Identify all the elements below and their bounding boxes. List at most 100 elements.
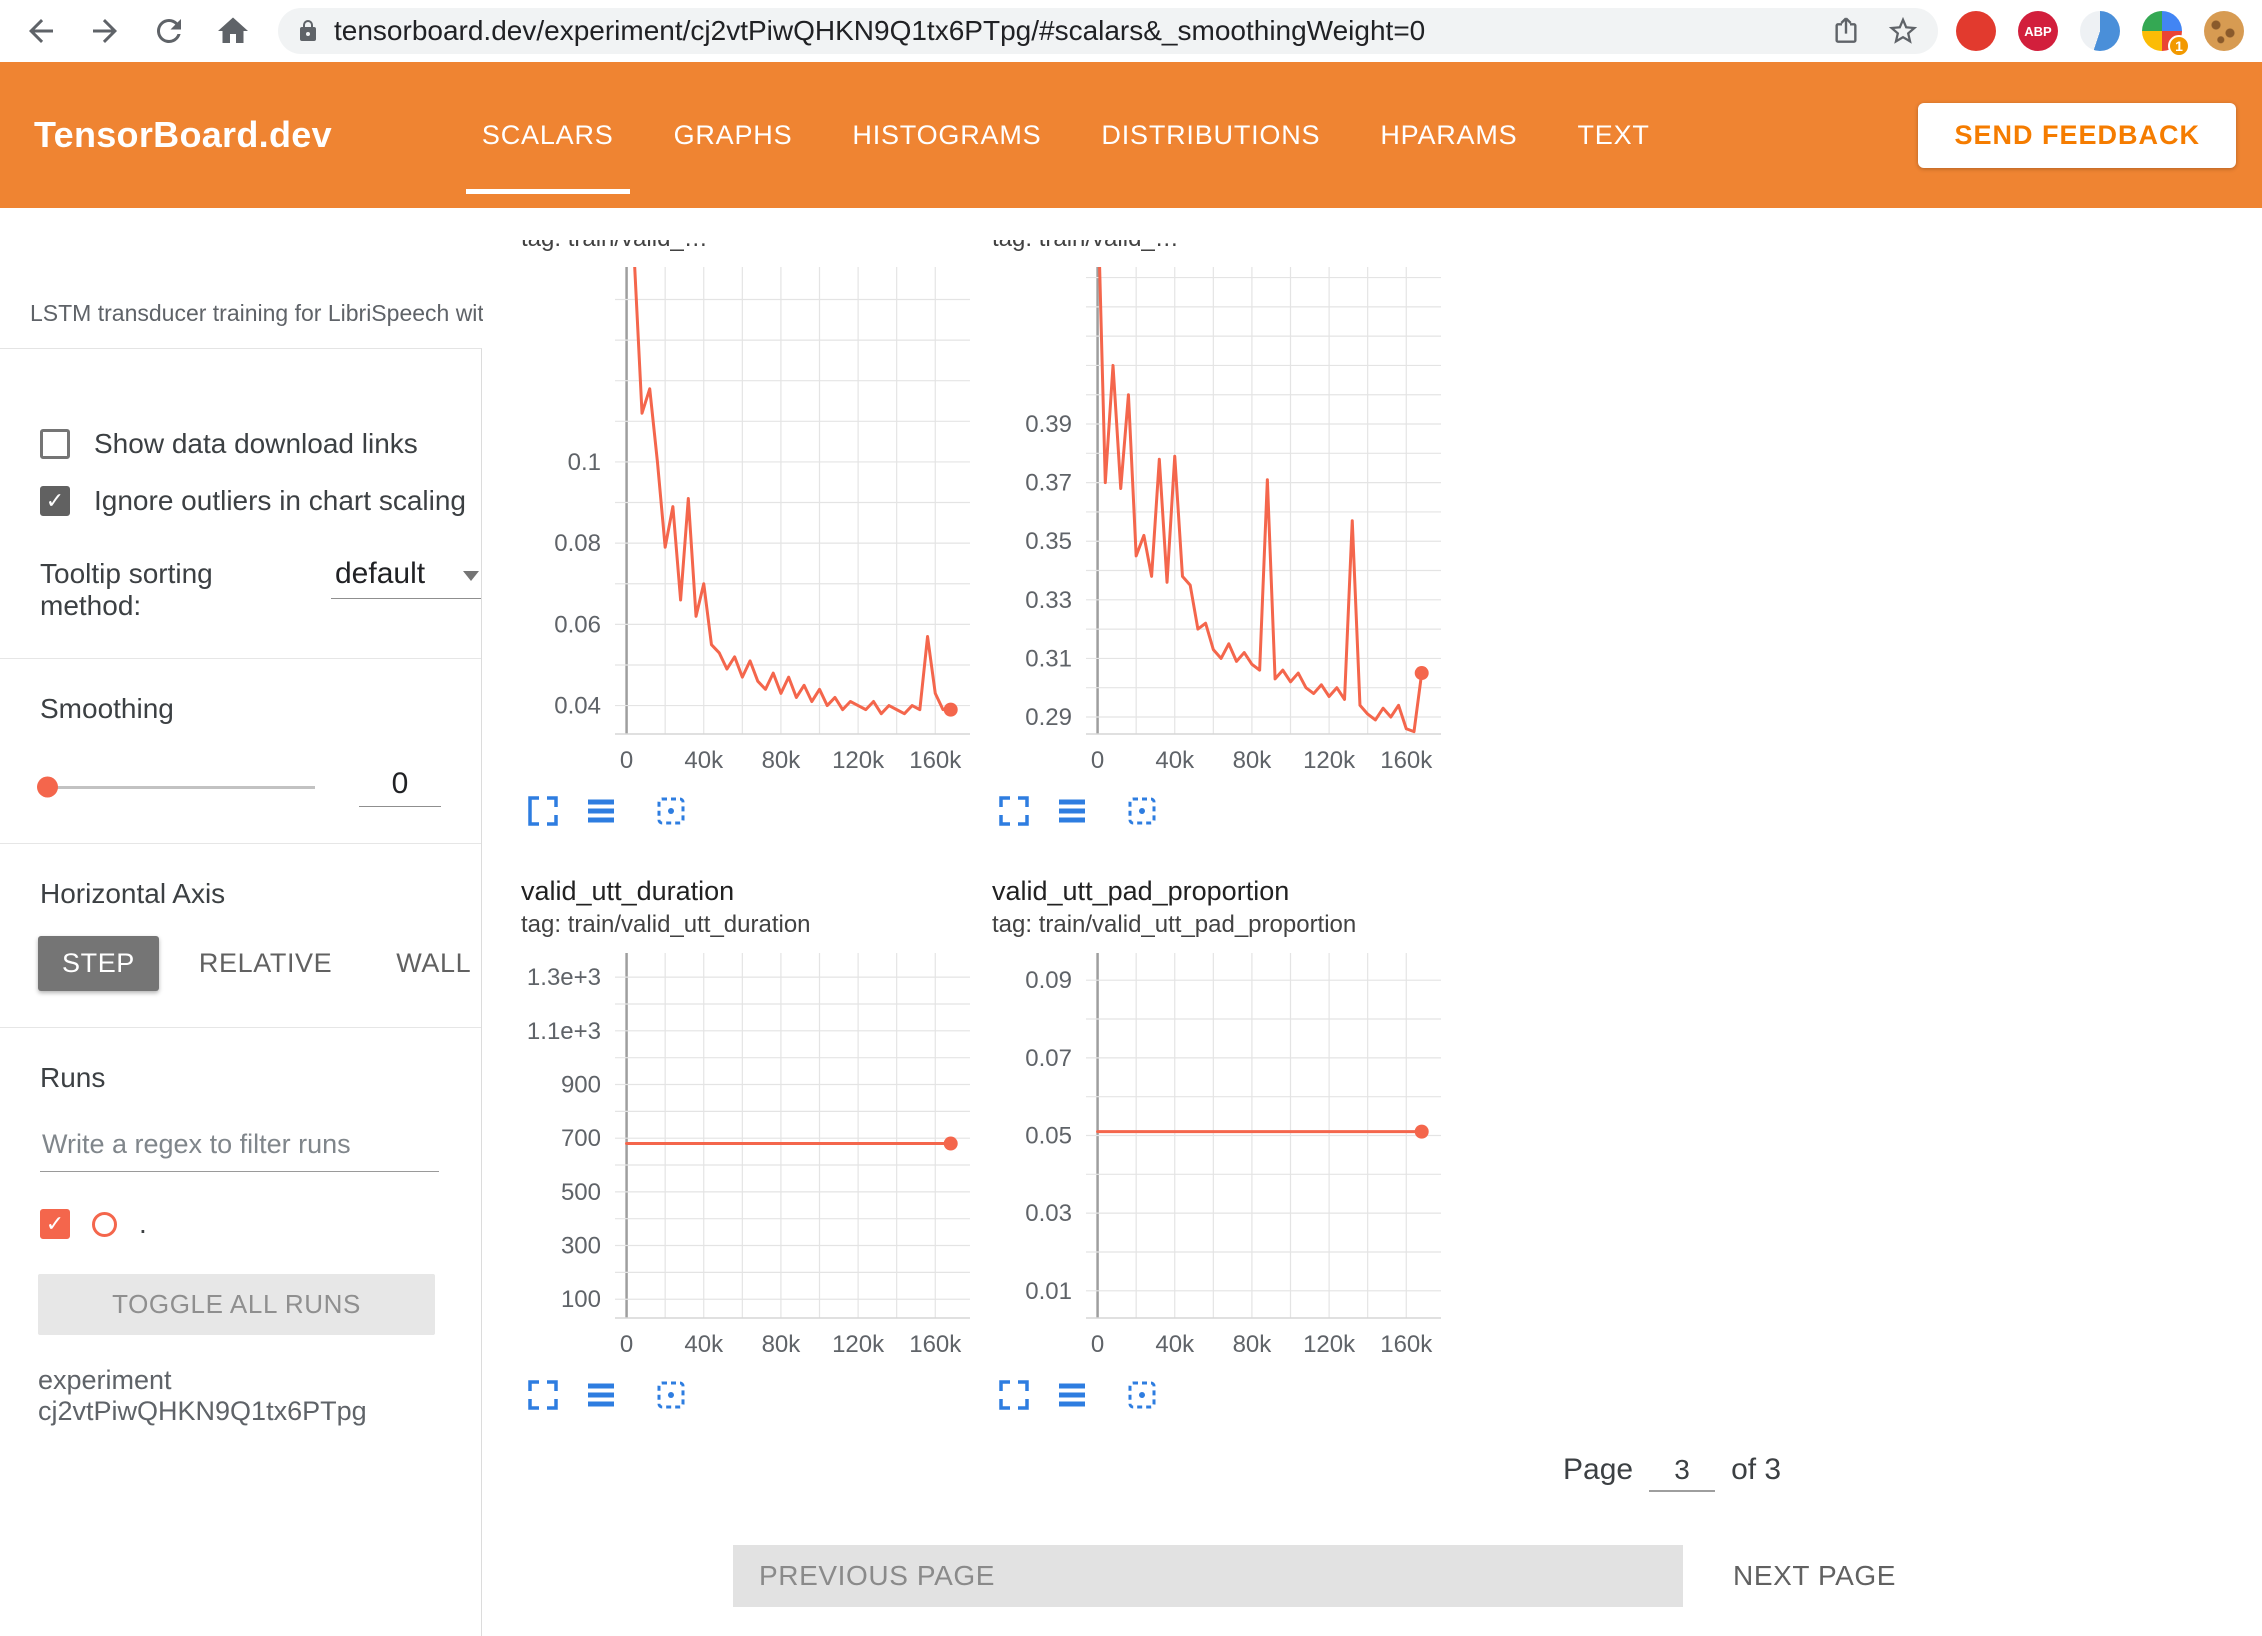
svg-text:0.39: 0.39 (1025, 411, 1072, 438)
svg-text:700: 700 (561, 1125, 601, 1152)
svg-text:120k: 120k (832, 1331, 885, 1358)
fit-domain-icon[interactable] (1120, 1373, 1164, 1417)
toggle-all-runs-button[interactable]: TOGGLE ALL RUNS (38, 1274, 435, 1335)
ignore-outliers-checkbox[interactable] (40, 486, 70, 516)
fit-domain-icon[interactable] (649, 789, 693, 833)
axis-wall-button[interactable]: WALL (372, 936, 495, 991)
back-icon[interactable] (22, 12, 60, 50)
svg-text:0.04: 0.04 (554, 693, 601, 720)
svg-text:0.05: 0.05 (1025, 1123, 1072, 1150)
fit-domain-icon[interactable] (649, 1373, 693, 1417)
run-color-ring-icon (92, 1212, 117, 1237)
expand-chart-icon[interactable] (521, 789, 565, 833)
svg-text:0: 0 (620, 1331, 633, 1358)
svg-text:80k: 80k (762, 1331, 802, 1358)
tooltip-sorting-dropdown[interactable]: default (331, 557, 481, 599)
tooltip-sorting-value: default (335, 557, 425, 590)
horizontal-axis-buttons: STEP RELATIVE WALL (38, 936, 481, 991)
svg-text:40k: 40k (1155, 1331, 1195, 1358)
axis-step-button[interactable]: STEP (38, 936, 159, 991)
chart-actions (986, 789, 1441, 833)
tooltip-sorting-row: Tooltip sorting method: default (40, 557, 481, 622)
smoothing-value-field[interactable]: 0 (359, 767, 441, 807)
abp-extension-icon[interactable]: ABP (2018, 11, 2058, 51)
send-feedback-button[interactable]: SEND FEEDBACK (1918, 103, 2236, 168)
svg-text:40k: 40k (684, 747, 724, 774)
previous-page-button[interactable]: PREVIOUS PAGE (733, 1545, 1683, 1607)
expand-chart-icon[interactable] (992, 1373, 1036, 1417)
chart-card: valid_utt_duration tag: train/valid_utt_… (515, 873, 970, 1417)
show-download-links-checkbox[interactable] (40, 429, 70, 459)
tab-graphs[interactable]: GRAPHS (644, 62, 823, 208)
smoothing-slider[interactable] (40, 786, 315, 789)
line-chart-plot[interactable]: 040k80k120k160k0.040.060.080.1 (515, 267, 970, 779)
tab-hparams[interactable]: HPARAMS (1350, 62, 1547, 208)
chart-tag: tag: train/valid_… (986, 240, 1441, 255)
expand-chart-icon[interactable] (992, 789, 1036, 833)
url-text[interactable]: tensorboard.dev/experiment/cj2vtPiwQHKN9… (334, 15, 1806, 47)
tab-histograms[interactable]: HISTOGRAMS (822, 62, 1071, 208)
chart-tag: tag: train/valid_utt_duration (515, 909, 970, 941)
share-icon[interactable] (1830, 15, 1862, 47)
page-number-input[interactable] (1649, 1453, 1715, 1492)
runs-list-icon[interactable] (1050, 1373, 1094, 1417)
svg-text:0.33: 0.33 (1025, 587, 1072, 614)
horizontal-axis-label: Horizontal Axis (0, 878, 481, 910)
fit-domain-icon[interactable] (1120, 789, 1164, 833)
svg-text:0: 0 (1091, 1331, 1104, 1358)
expand-chart-icon[interactable] (521, 1373, 565, 1417)
run-checkbox[interactable] (40, 1209, 70, 1239)
chart-row: valid_utt_duration tag: train/valid_utt_… (483, 873, 2262, 1417)
tab-distributions[interactable]: DISTRIBUTIONS (1071, 62, 1350, 208)
address-bar[interactable]: tensorboard.dev/experiment/cj2vtPiwQHKN9… (278, 8, 1938, 54)
pagination: Page of 3 (1563, 1453, 1781, 1492)
smoothing-slider-thumb[interactable] (37, 777, 58, 798)
chart-actions (515, 1373, 970, 1417)
profile-avatar[interactable]: 1 (2142, 11, 2182, 51)
smoothing-label: Smoothing (0, 693, 481, 725)
adblock-extension-icon[interactable] (1956, 11, 1996, 51)
runs-filter-input[interactable] (40, 1128, 439, 1161)
pie-extension-icon[interactable] (2080, 11, 2120, 51)
runs-list-icon[interactable] (579, 789, 623, 833)
chart-tag: tag: train/valid_… (515, 240, 970, 255)
line-chart-plot[interactable]: 040k80k120k160k1003005007009001.1e+31.3e… (515, 953, 970, 1363)
chart-card: tag: train/valid_… 040k80k120k160k0.290.… (986, 240, 1441, 833)
divider (0, 1027, 481, 1028)
svg-text:160k: 160k (909, 747, 962, 774)
svg-text:160k: 160k (1380, 1331, 1433, 1358)
next-page-button[interactable]: NEXT PAGE (1715, 1544, 1914, 1608)
https-lock-icon[interactable] (296, 19, 320, 43)
forward-icon[interactable] (86, 12, 124, 50)
chart-tag: tag: train/valid_utt_pad_proportion (986, 909, 1441, 941)
experiment-id-label: experiment cj2vtPiwQHKN9Q1tx6PTpg (38, 1365, 481, 1427)
runs-list-icon[interactable] (1050, 789, 1094, 833)
line-chart-plot[interactable]: 040k80k120k160k0.290.310.330.350.370.39 (986, 267, 1441, 779)
cookie-extension-icon[interactable] (2204, 11, 2244, 51)
svg-text:0.37: 0.37 (1025, 470, 1072, 497)
tab-scalars[interactable]: SCALARS (452, 62, 644, 208)
home-icon[interactable] (214, 12, 252, 50)
tab-text[interactable]: TEXT (1547, 62, 1679, 208)
dashboard-tabs: SCALARS GRAPHS HISTOGRAMS DISTRIBUTIONS … (452, 62, 1680, 208)
tensorboard-logo[interactable]: TensorBoard.dev (34, 114, 332, 156)
ignore-outliers-label: Ignore outliers in chart scaling (94, 485, 466, 517)
axis-relative-button[interactable]: RELATIVE (175, 936, 356, 991)
svg-text:0.31: 0.31 (1025, 645, 1072, 672)
svg-text:80k: 80k (762, 747, 802, 774)
tensorboard-header: TensorBoard.dev SCALARS GRAPHS HISTOGRAM… (0, 62, 2262, 208)
bookmark-star-icon[interactable] (1886, 14, 1920, 48)
runs-list-icon[interactable] (579, 1373, 623, 1417)
svg-text:0.1: 0.1 (568, 449, 601, 476)
notification-badge: 1 (2168, 35, 2190, 57)
reload-icon[interactable] (150, 12, 188, 50)
run-name: . (139, 1208, 147, 1240)
svg-text:0: 0 (620, 747, 633, 774)
run-list-item: . (40, 1208, 481, 1240)
charts-area: tag: train/valid_… 0 40k 80k 120k 160k 0.04 0.… (483, 240, 2262, 1636)
extensions-area: ABP 1 (1956, 11, 2248, 51)
line-chart-plot[interactable]: 040k80k120k160k0.010.030.050.070.09 (986, 953, 1441, 1363)
svg-text:40k: 40k (1155, 747, 1195, 774)
svg-text:0.03: 0.03 (1025, 1200, 1072, 1227)
page-buttons-row: PREVIOUS PAGE NEXT PAGE (483, 1544, 2262, 1608)
